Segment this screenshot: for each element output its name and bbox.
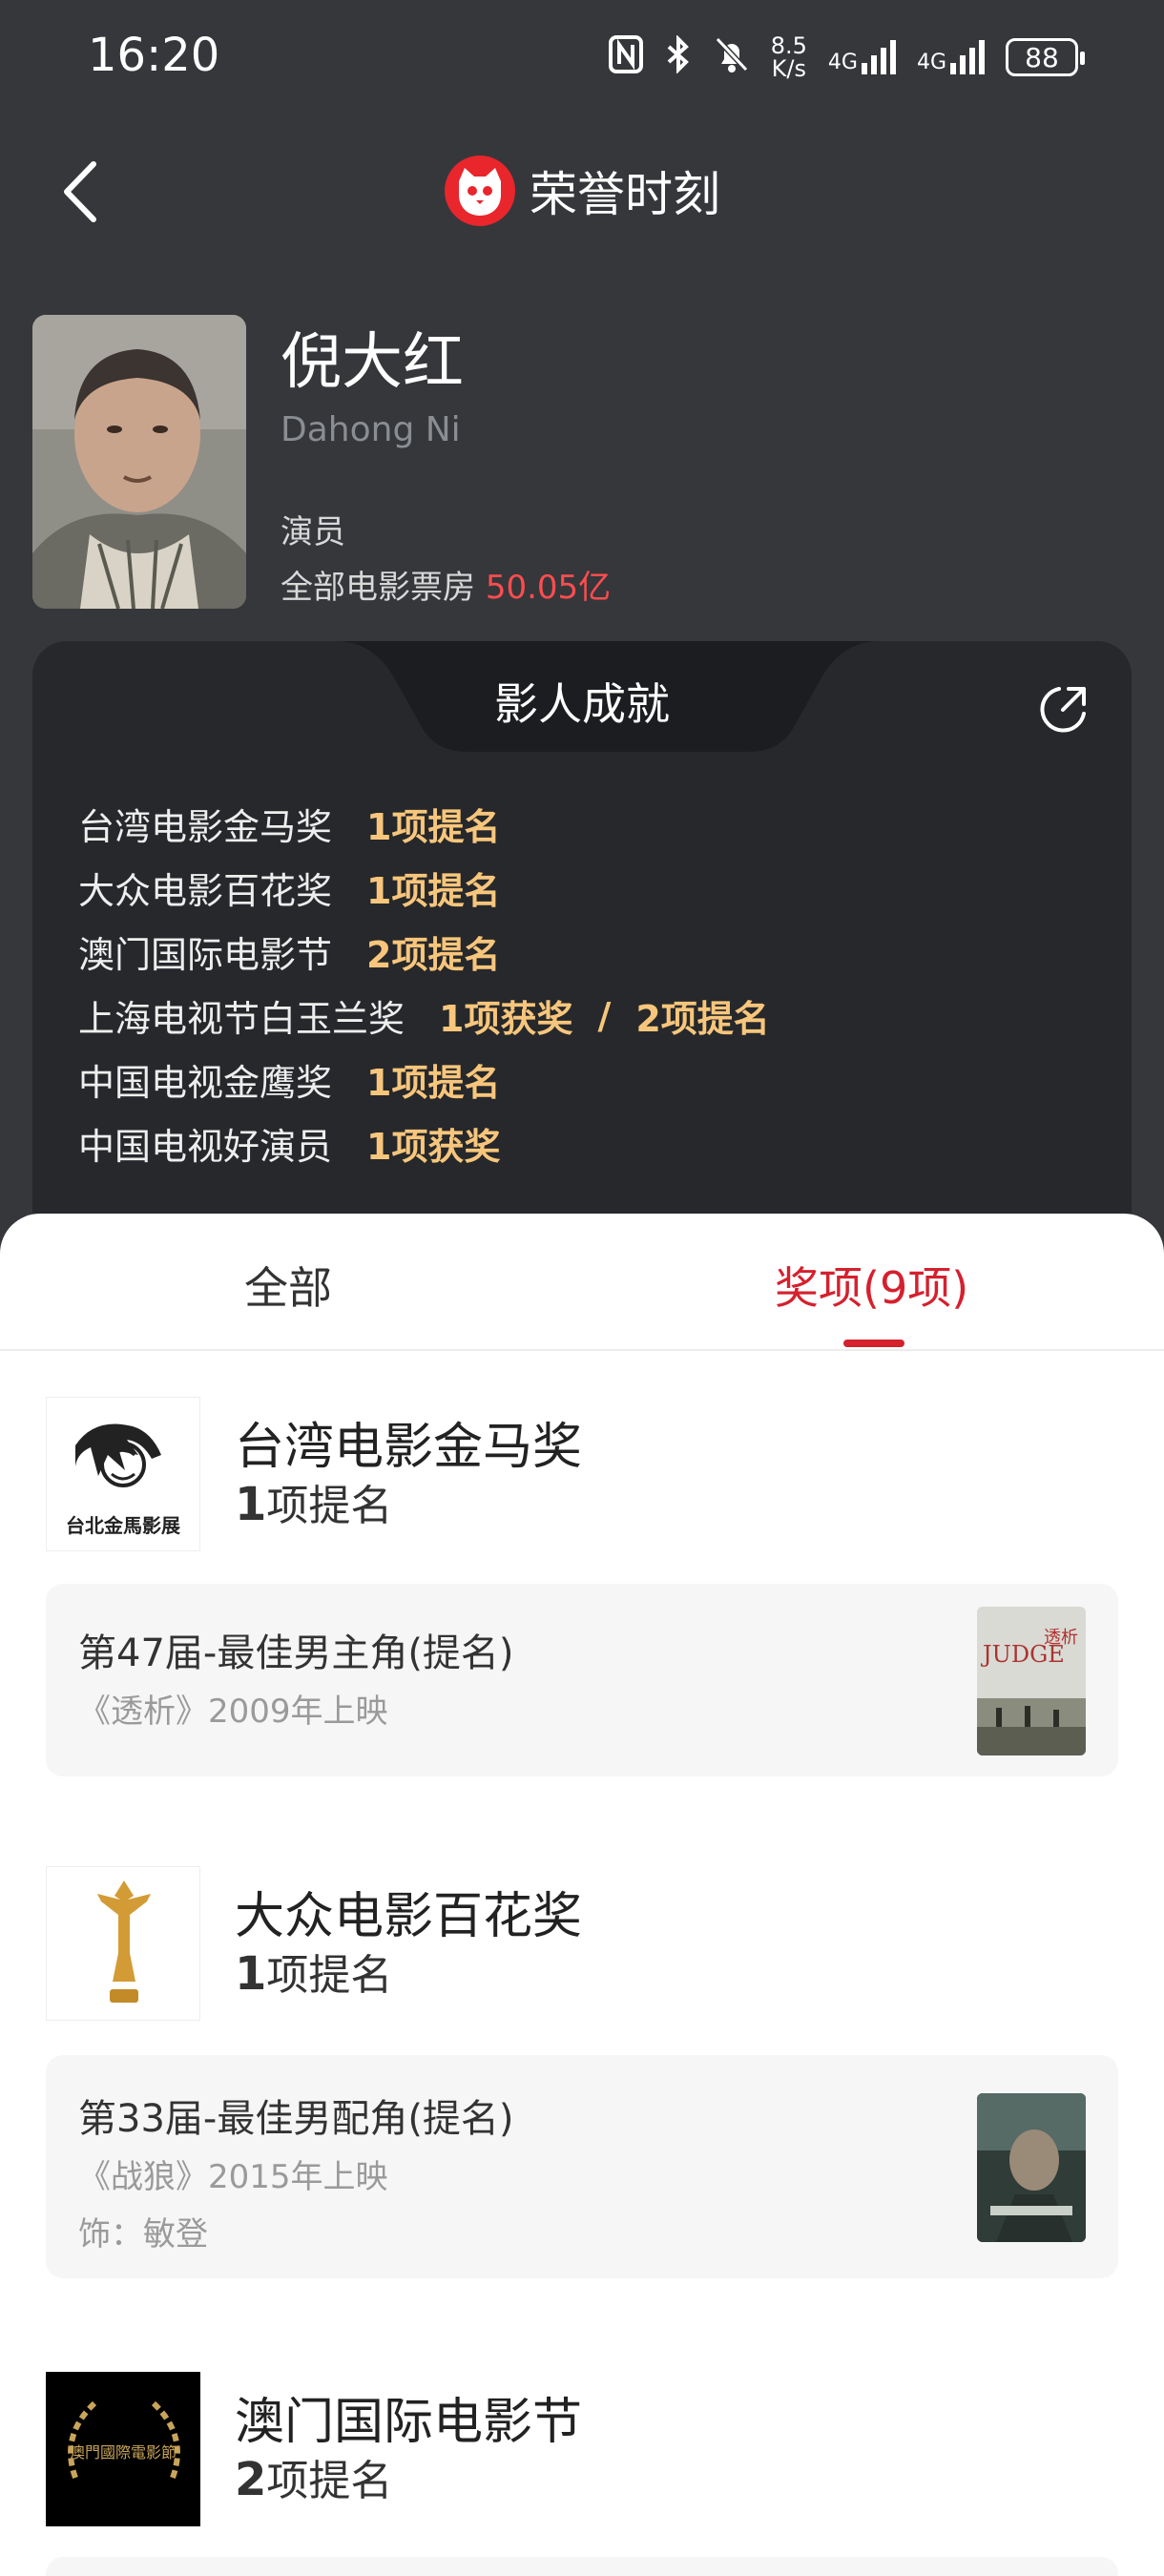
page-title: 荣誉时刻 [530, 167, 720, 222]
achievement-count: 1项获奖 [366, 1126, 501, 1168]
tab-all[interactable]: 全部 [244, 1254, 332, 1317]
achievement-separator: / [597, 994, 612, 1037]
award-count-text: 项提名 [266, 1482, 393, 1530]
award-name[interactable]: 台湾电影金马奖 [235, 1406, 582, 1478]
signal-2: 4G [917, 40, 985, 74]
achievement-count-secondary: 2项提名 [635, 998, 770, 1040]
award-count-text: 项提名 [266, 2457, 393, 2505]
header-brand: 荣誉时刻 [0, 155, 1164, 227]
film-poster [977, 2093, 1086, 2242]
tab-awards[interactable]: 奖项(9项) [775, 1254, 968, 1317]
awards-sheet: 全部 奖项(9项) 台北金馬影展 台湾电影金马奖 1项提名 第47届-最佳男主角… [0, 1214, 1164, 2576]
status-bar: 16:20 8.5 K/s 4G 4G 88 [0, 0, 1164, 114]
status-icons: 8.5 K/s 4G 4G 88 [608, 29, 1085, 86]
award-count-text: 项提名 [266, 1951, 393, 2000]
macau-festival-logo: 澳門國際電影節 [46, 2372, 200, 2526]
achievement-count: 1项提名 [366, 870, 501, 912]
mute-bell-icon [714, 35, 750, 80]
bluetooth-icon [664, 33, 693, 80]
box-office-value: 50.05亿 [485, 569, 612, 607]
achievement-count: 2项提名 [366, 934, 501, 976]
net-speed-unit: K/s [771, 55, 806, 82]
award-count: 1项提名 [235, 1941, 392, 2002]
signal-bars-icon [861, 40, 896, 74]
award-count-number: 2 [235, 2453, 267, 2506]
achievement-row: 上海电视节白玉兰奖 1项获奖 / 2项提名 [78, 984, 770, 1048]
award-entry-card[interactable]: 第33届-最佳男配角(提名) 《战狼》2015年上映 饰：敏登 [46, 2055, 1118, 2278]
achievement-count: 1项提名 [366, 1062, 501, 1104]
achievement-count: 1项提名 [366, 806, 501, 848]
net-speed: 8.5 K/s [771, 34, 807, 80]
cat-logo-icon [445, 156, 515, 226]
entry-film: 《战狼》2015年上映 [78, 2158, 388, 2196]
achievement-count: 1项获奖 [439, 998, 573, 1040]
logo-caption: 澳門國際電影節 [69, 2443, 177, 2462]
tab-bar: 全部 奖项(9项) [0, 1214, 1164, 1351]
hundred-flowers-logo [46, 1866, 200, 2021]
battery-icon: 88 [1006, 38, 1085, 76]
box-office: 全部电影票房 50.05亿 [281, 561, 611, 608]
achievement-award: 大众电影百花奖 [78, 870, 333, 912]
achievement-row: 中国电视好演员 1项获奖 [78, 1111, 770, 1175]
award-count: 2项提名 [235, 2446, 392, 2507]
award-entry-card[interactable]: 第47届-最佳男主角(提名) 《透析》2009年上映 透析 JUDGE [46, 1584, 1118, 1776]
signal-1: 4G [828, 40, 896, 74]
box-office-label: 全部电影票房 [281, 569, 475, 607]
award-count-number: 1 [235, 1947, 267, 2001]
achievements-list: 台湾电影金马奖 1项提名 大众电影百花奖 1项提名 澳门国际电影节 2项提名 上… [78, 792, 770, 1175]
award-name[interactable]: 大众电影百花奖 [235, 1876, 582, 1947]
net-speed-value: 8.5 [770, 32, 807, 59]
entry-title: 第33届-最佳男配角(提名) [78, 2097, 514, 2141]
actor-name: 倪大红 [281, 327, 464, 398]
award-name[interactable]: 澳门国际电影节 [235, 2381, 582, 2453]
actor-english-name: Dahong Ni [281, 410, 461, 449]
award-entry-card-partial [46, 2557, 1118, 2576]
award-count: 1项提名 [235, 1471, 392, 1532]
actor-role: 演员 [281, 513, 345, 551]
achievement-award: 澳门国际电影节 [78, 934, 333, 976]
achievement-row: 中国电视金鹰奖 1项提名 [78, 1048, 770, 1111]
entry-film: 《透析》2009年上映 [78, 1693, 388, 1731]
entry-title: 第47届-最佳男主角(提名) [78, 1631, 514, 1675]
award-count-number: 1 [235, 1478, 267, 1531]
status-time: 16:20 [88, 29, 220, 82]
entry-role: 饰：敏登 [78, 2215, 208, 2254]
golden-horse-logo: 台北金馬影展 [46, 1397, 200, 1551]
film-poster: 透析 JUDGE [977, 1607, 1086, 1755]
achievement-award: 中国电视好演员 [78, 1126, 333, 1168]
battery-level: 88 [1025, 41, 1059, 73]
network-type-2: 4G [916, 51, 946, 74]
active-tab-indicator [843, 1340, 904, 1347]
achievements-title: 影人成就 [494, 678, 670, 730]
logo-caption: 台北金馬影展 [66, 1514, 180, 1537]
header-bar: 荣誉时刻 [0, 134, 1164, 248]
signal-bars-icon [950, 40, 985, 74]
poster-subtitle: JUDGE [983, 1641, 1065, 1668]
actor-photo [32, 315, 246, 609]
achievement-award: 上海电视节白玉兰奖 [78, 998, 405, 1040]
achievement-row: 大众电影百花奖 1项提名 [78, 856, 770, 920]
achievement-award: 中国电视金鹰奖 [78, 1062, 333, 1104]
achievement-award: 台湾电影金马奖 [78, 806, 333, 848]
achievements-panel: 影人成就 台湾电影金马奖 1项提名 大众电影百花奖 1项提名 澳门国际电影节 2… [32, 641, 1132, 1252]
achievement-row: 澳门国际电影节 2项提名 [78, 920, 770, 984]
share-icon[interactable] [1034, 681, 1091, 738]
nfc-icon [608, 34, 643, 80]
achievement-row: 台湾电影金马奖 1项提名 [78, 792, 770, 856]
network-type-1: 4G [827, 51, 858, 74]
